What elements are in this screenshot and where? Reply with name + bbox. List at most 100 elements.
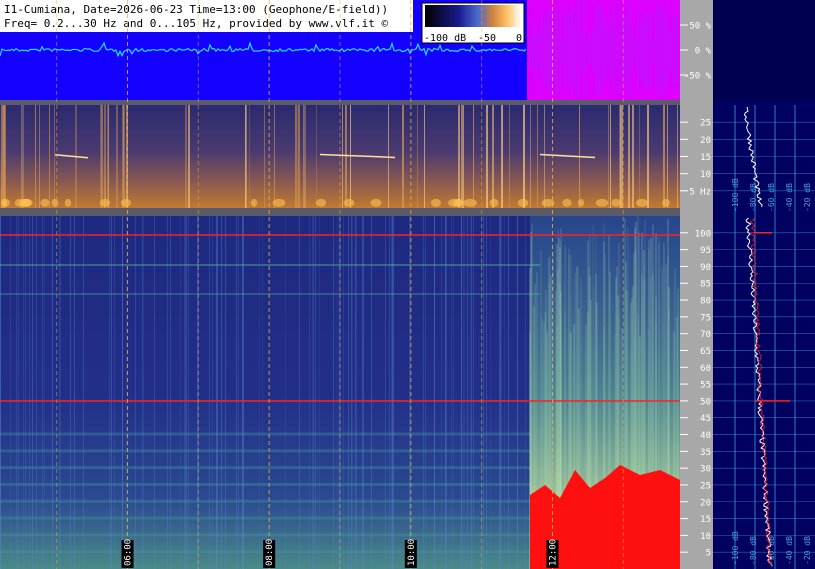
- axis-tick-label: 25: [700, 119, 711, 129]
- axis-tick-label: 30: [700, 465, 711, 475]
- axis-tick-label: 0 %: [695, 47, 712, 57]
- high-stripe: [393, 216, 394, 569]
- low-stripe: [537, 105, 538, 208]
- high-stripe: [486, 216, 487, 569]
- low-blob: [250, 198, 258, 207]
- axis-tick-label: 85: [700, 280, 711, 290]
- low-blob: [100, 198, 110, 207]
- high-stripe: [212, 216, 213, 569]
- high-stripe: [42, 216, 43, 569]
- high-stripe: [445, 216, 446, 569]
- axis-tick-label: 80: [700, 297, 711, 307]
- low-stripe: [296, 105, 297, 208]
- low-stripe: [245, 105, 246, 208]
- low-stripe: [35, 105, 36, 208]
- low-stripe: [49, 105, 50, 208]
- high-stripe: [216, 216, 217, 569]
- high-stripe: [122, 216, 123, 569]
- low-stripe: [249, 105, 250, 208]
- spectrogram-canvas: I1-Cumiana, Date=2026-06-23 Time=13:00 (…: [0, 0, 815, 569]
- low-stripe: [608, 105, 609, 208]
- high-stripe: [351, 216, 352, 569]
- low-stripe: [486, 105, 488, 208]
- high-stripe: [525, 216, 526, 569]
- high-stripe: [59, 216, 60, 569]
- low-stripe: [22, 105, 24, 208]
- axis-tick-label: 90: [700, 263, 711, 273]
- header-line-1: I1-Cumiana, Date=2026-06-23 Time=13:00 (…: [4, 3, 388, 16]
- high-stripe: [142, 216, 143, 569]
- low-stripe: [544, 105, 545, 208]
- axis-tick-label: 50: [700, 397, 711, 407]
- low-blob: [452, 198, 464, 207]
- high-stripe: [517, 216, 518, 569]
- high-stripe: [315, 216, 316, 569]
- high-stripe: [221, 216, 222, 569]
- low-blob: [489, 198, 499, 207]
- low-stripe: [620, 105, 622, 208]
- low-blob: [343, 198, 355, 207]
- low-stripe: [345, 105, 347, 208]
- avg-db-label: -100 dB: [731, 531, 740, 565]
- low-stripe: [116, 105, 118, 208]
- spectrogram-display: I1-Cumiana, Date=2026-06-23 Time=13:00 (…: [0, 0, 815, 569]
- high-band: [0, 533, 530, 537]
- low-stripe: [463, 105, 464, 208]
- colorbar-label-mid: -50: [478, 33, 496, 44]
- high-stripe: [501, 216, 502, 569]
- high-stripe: [362, 216, 363, 569]
- colorbar-label-min: -100 dB: [424, 33, 466, 44]
- low-stripe: [417, 105, 418, 208]
- high-stripe: [371, 216, 372, 569]
- high-stripe: [180, 216, 181, 569]
- high-stripe: [333, 216, 334, 569]
- high-stripe: [363, 216, 364, 569]
- low-stripe: [667, 105, 668, 208]
- axis-tick-label: 95: [700, 246, 711, 256]
- low-stripe: [304, 105, 306, 208]
- colorbar-gradient: [425, 5, 521, 27]
- high-stripe: [0, 216, 1, 569]
- low-stripe: [100, 105, 101, 208]
- axis-tick-label: 35: [700, 448, 711, 458]
- low-stripe: [188, 105, 190, 208]
- axis-tick-label: 15: [700, 153, 711, 163]
- low-blob: [64, 198, 72, 207]
- low-blob: [120, 198, 132, 207]
- high-stripe: [392, 216, 393, 569]
- high-band: [0, 449, 530, 453]
- high-stripe: [309, 216, 310, 569]
- high-stripe: [356, 216, 357, 569]
- high-stripe: [285, 216, 286, 569]
- axis-tick-label: 45: [700, 414, 711, 424]
- time-label: 06:00: [124, 539, 134, 566]
- high-stripe: [209, 216, 210, 569]
- high-band: [0, 516, 530, 520]
- low-blob: [662, 198, 670, 207]
- high-stripe: [186, 216, 187, 569]
- low-blob: [636, 198, 648, 207]
- axis-tick-label: 75: [700, 313, 711, 323]
- high-stripe: [70, 216, 71, 569]
- high-stripe: [508, 216, 509, 569]
- high-stripe: [236, 216, 237, 569]
- high-stripe: [217, 216, 218, 569]
- high-stripe: [483, 216, 484, 569]
- high-stripe: [312, 216, 313, 569]
- high-stripe: [461, 216, 462, 569]
- high-stripe: [451, 216, 452, 569]
- high-stripe: [441, 216, 442, 569]
- low-stripe: [122, 105, 124, 208]
- low-stripe: [101, 105, 103, 208]
- high-stripe: [434, 216, 435, 569]
- avg-db-label: -20 dB: [803, 536, 812, 565]
- low-stripe: [295, 105, 296, 208]
- low-blob: [315, 198, 327, 207]
- low-stripe: [424, 105, 425, 208]
- low-blob: [370, 198, 382, 207]
- low-stripe: [107, 105, 109, 208]
- high-stripe: [242, 216, 243, 569]
- high-stripe: [238, 216, 239, 569]
- high-stripe: [154, 216, 155, 569]
- low-blob: [18, 198, 32, 207]
